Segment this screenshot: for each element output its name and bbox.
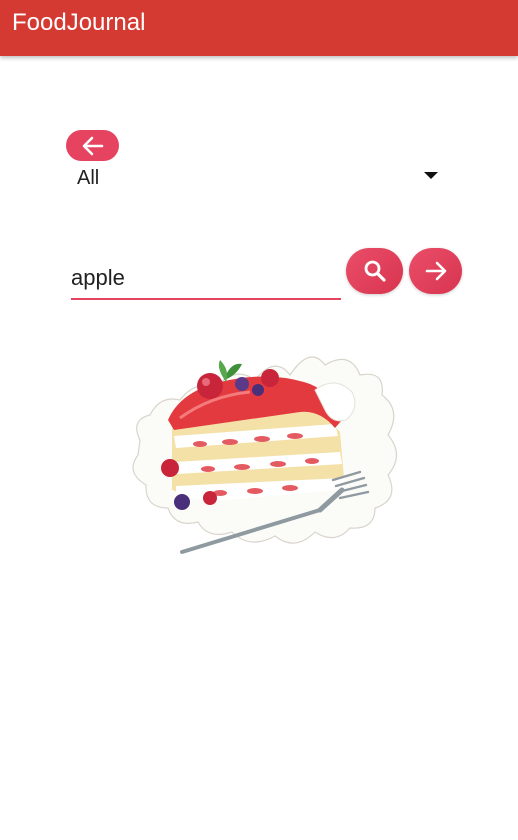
cake-slice-image [132,356,398,554]
forward-button[interactable] [409,248,462,294]
app-bar: FoodJournal [0,0,518,56]
search-input[interactable] [71,262,337,294]
back-button[interactable] [66,130,119,161]
caret-down-icon [424,172,438,179]
arrow-right-icon [425,261,446,281]
search-icon [364,260,386,282]
category-selected: All [77,167,100,189]
category-dropdown[interactable]: All [76,163,440,193]
app-title: FoodJournal [12,9,146,36]
search-button[interactable] [346,248,403,294]
search-field[interactable] [71,260,341,300]
arrow-left-icon [82,136,103,155]
